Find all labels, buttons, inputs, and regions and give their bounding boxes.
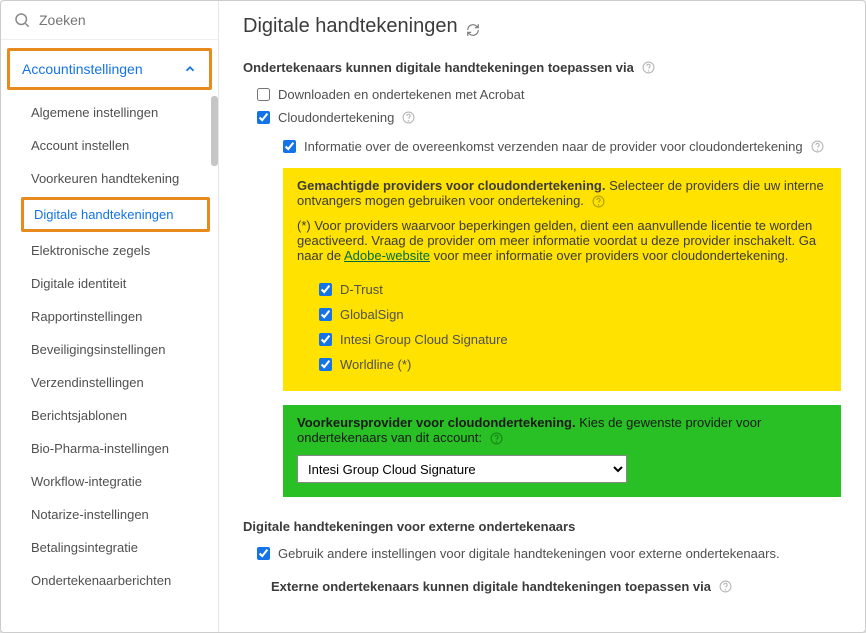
providers-note: (*) Voor providers waarvoor beperkingen … bbox=[297, 218, 827, 263]
sidebar-item[interactable]: Berichtsjablonen bbox=[13, 399, 218, 432]
help-icon[interactable] bbox=[402, 111, 415, 124]
sidebar-item[interactable]: Elektronische zegels bbox=[13, 234, 218, 267]
provider-checkbox[interactable] bbox=[319, 333, 332, 346]
external-use-other-label: Gebruik andere instellingen voor digital… bbox=[278, 546, 780, 561]
preferred-block: Voorkeursprovider voor cloudondertekenin… bbox=[283, 405, 841, 497]
help-icon[interactable] bbox=[642, 61, 655, 74]
providers-blurb: Gemachtigde providers voor cloudondertek… bbox=[297, 178, 827, 208]
sidebar-item[interactable]: Ondertekenaarberichten bbox=[13, 564, 218, 597]
provider-checkbox[interactable] bbox=[319, 358, 332, 371]
providers-block: Gemachtigde providers voor cloudondertek… bbox=[283, 168, 841, 391]
download-checkbox[interactable] bbox=[257, 88, 270, 101]
signers-heading: Ondertekenaars kunnen digitale handteken… bbox=[243, 60, 841, 75]
help-icon[interactable] bbox=[811, 140, 824, 153]
sidebar-item[interactable]: Workflow-integratie bbox=[13, 465, 218, 498]
sidebar-item[interactable]: Algemene instellingen bbox=[13, 96, 218, 129]
download-option[interactable]: Downloaden en ondertekenen met Acrobat bbox=[243, 83, 841, 106]
cloud-info-option[interactable]: Informatie over de overeenkomst verzende… bbox=[283, 135, 841, 158]
cloud-label: Cloudondertekening bbox=[278, 110, 394, 125]
page-title-text: Digitale handtekeningen bbox=[243, 15, 458, 38]
cloud-checkbox[interactable] bbox=[257, 111, 270, 124]
provider-checkbox[interactable] bbox=[319, 283, 332, 296]
provider-option[interactable]: GlobalSign bbox=[297, 302, 827, 327]
download-label: Downloaden en ondertekenen met Acrobat bbox=[278, 87, 524, 102]
provider-label: Intesi Group Cloud Signature bbox=[340, 332, 508, 347]
help-icon[interactable] bbox=[592, 195, 605, 208]
sidebar-item[interactable]: Account instellen bbox=[13, 129, 218, 162]
help-icon[interactable] bbox=[719, 580, 732, 593]
main-content: Digitale handtekeningen Ondertekenaars k… bbox=[219, 1, 865, 632]
section-accountinstellingen[interactable]: Accountinstellingen bbox=[7, 48, 212, 90]
search-icon bbox=[13, 11, 31, 29]
refresh-icon[interactable] bbox=[466, 20, 480, 34]
provider-option[interactable]: Intesi Group Cloud Signature bbox=[297, 327, 827, 352]
adobe-website-link[interactable]: Adobe-website bbox=[344, 248, 430, 263]
chevron-up-icon bbox=[183, 62, 197, 76]
scrollbar-thumb[interactable] bbox=[211, 96, 218, 166]
sidebar-item[interactable]: Digitale handtekeningen bbox=[21, 197, 210, 232]
cloud-info-checkbox[interactable] bbox=[283, 140, 296, 153]
provider-label: D-Trust bbox=[340, 282, 383, 297]
provider-checkbox[interactable] bbox=[319, 308, 332, 321]
cloud-option[interactable]: Cloudondertekening bbox=[243, 106, 841, 129]
provider-label: GlobalSign bbox=[340, 307, 404, 322]
help-icon[interactable] bbox=[490, 432, 503, 445]
provider-option[interactable]: D-Trust bbox=[297, 277, 827, 302]
sidebar-item[interactable]: Voorkeuren handtekening bbox=[13, 162, 218, 195]
nav-list: Algemene instellingenAccount instellenVo… bbox=[1, 96, 218, 597]
sidebar-item[interactable]: Rapportinstellingen bbox=[13, 300, 218, 333]
section-label: Accountinstellingen bbox=[22, 61, 143, 77]
provider-label: Worldline (*) bbox=[340, 357, 411, 372]
sidebar-item[interactable]: Notarize-instellingen bbox=[13, 498, 218, 531]
preferred-blurb: Voorkeursprovider voor cloudondertekenin… bbox=[297, 415, 827, 445]
search-row bbox=[1, 1, 218, 40]
provider-list: D-Trust GlobalSign Intesi Group Cloud Sign… bbox=[297, 277, 827, 377]
external-heading: Digitale handtekeningen voor externe ond… bbox=[243, 519, 841, 534]
sidebar: Accountinstellingen Algemene instellinge… bbox=[1, 1, 219, 632]
preferred-provider-select[interactable]: Intesi Group Cloud Signature bbox=[297, 455, 627, 483]
external-use-other-option[interactable]: Gebruik andere instellingen voor digital… bbox=[243, 542, 841, 565]
page-title: Digitale handtekeningen bbox=[243, 15, 841, 38]
cloud-info-label: Informatie over de overeenkomst verzende… bbox=[304, 139, 803, 154]
sidebar-item[interactable]: Beveiligingsinstellingen bbox=[13, 333, 218, 366]
provider-option[interactable]: Worldline (*) bbox=[297, 352, 827, 377]
sidebar-item[interactable]: Betalingsintegratie bbox=[13, 531, 218, 564]
search-input[interactable] bbox=[39, 12, 220, 28]
sidebar-item[interactable]: Bio-Pharma-instellingen bbox=[13, 432, 218, 465]
sidebar-item[interactable]: Verzendinstellingen bbox=[13, 366, 218, 399]
external-sub-heading: Externe ondertekenaars kunnen digitale h… bbox=[271, 579, 841, 594]
sidebar-item[interactable]: Digitale identiteit bbox=[13, 267, 218, 300]
external-use-other-checkbox[interactable] bbox=[257, 547, 270, 560]
